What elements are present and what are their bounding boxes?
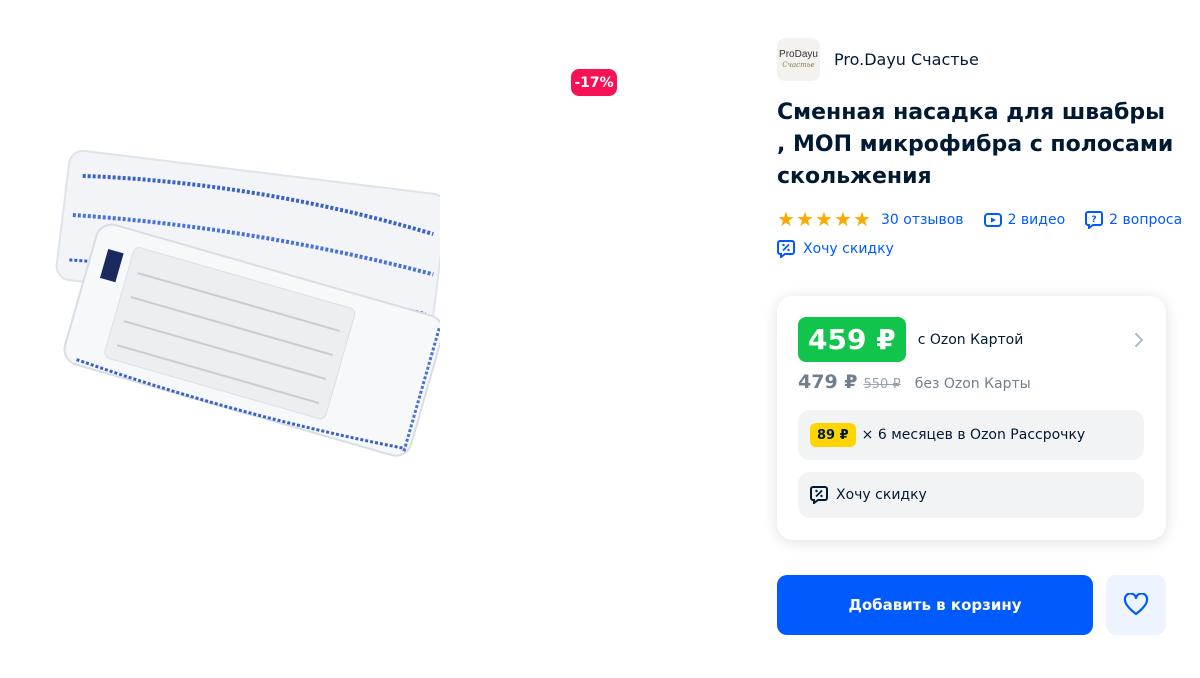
discount-badge: -17% — [571, 69, 617, 96]
rating-stars[interactable]: ★ ★ ★ ★ ★ — [777, 207, 872, 231]
want-discount-button[interactable]: Хочу скидку — [798, 472, 1144, 518]
installment-text: × 6 месяцев в Ozon Рассрочку — [861, 427, 1086, 443]
seller-logo-subtext: Счастье — [782, 61, 815, 69]
videos-link[interactable]: 2 видео — [983, 211, 1066, 228]
price-card: 459 ₽ с Ozon Картой 479 ₽ 550 ₽ без Ozon… — [777, 296, 1166, 540]
want-discount-label: Хочу скидку — [836, 487, 927, 503]
card-price-caption: с Ozon Картой — [917, 331, 1024, 348]
want-discount-link[interactable]: Хочу скидку — [777, 240, 894, 258]
card-price: 459 ₽ — [798, 317, 906, 362]
star-icon: ★ — [796, 207, 814, 231]
star-icon: ★ — [815, 207, 833, 231]
percent-tag-icon — [810, 486, 828, 504]
svg-text:?: ? — [1092, 215, 1097, 225]
star-icon: ★ — [853, 207, 871, 231]
favorite-button[interactable] — [1106, 575, 1166, 635]
old-price: 550 ₽ — [863, 377, 901, 392]
installment-option[interactable]: 89 ₽ × 6 месяцев в Ozon Рассрочку — [798, 410, 1144, 460]
regular-price-row: 479 ₽ 550 ₽ без Ozon Карты — [798, 371, 1031, 393]
seller[interactable]: ProDayu Счастье Pro.Dayu Счастье — [777, 38, 979, 81]
heart-icon — [1123, 593, 1149, 616]
reviews-link[interactable]: 30 отзывов — [881, 212, 964, 228]
question-icon: ? — [1085, 210, 1104, 229]
seller-logo-text: ProDayu — [779, 49, 818, 60]
chevron-right-icon[interactable] — [1134, 332, 1144, 348]
want-discount-label: Хочу скидку — [803, 241, 894, 257]
regular-price: 479 ₽ — [798, 371, 858, 393]
questions-link[interactable]: ? 2 вопроса — [1085, 210, 1183, 229]
add-to-cart-button[interactable]: Добавить в корзину — [777, 575, 1093, 635]
installment-amount: 89 ₽ — [810, 423, 856, 447]
star-icon: ★ — [834, 207, 852, 231]
videos-count: 2 видео — [1007, 211, 1066, 228]
regular-price-caption: без Ozon Карты — [914, 376, 1031, 392]
seller-logo[interactable]: ProDayu Счастье — [777, 38, 820, 81]
product-title: Сменная насадка для швабры , МОП микрофи… — [777, 100, 1174, 189]
product-meta-row: ★ ★ ★ ★ ★ 30 отзывов 2 видео ? 2 вопроса — [777, 207, 1183, 231]
reviews-count: 30 отзывов — [881, 211, 964, 228]
product-gallery: -17% — [0, 0, 760, 678]
ozon-card-price[interactable]: 459 ₽ с Ozon Картой — [798, 317, 1023, 362]
questions-count: 2 вопроса — [1109, 211, 1183, 228]
percent-tag-icon — [777, 240, 795, 258]
star-icon: ★ — [777, 207, 795, 231]
video-icon — [983, 212, 1002, 227]
product-image[interactable] — [20, 140, 440, 520]
seller-name[interactable]: Pro.Dayu Счастье — [834, 50, 979, 69]
